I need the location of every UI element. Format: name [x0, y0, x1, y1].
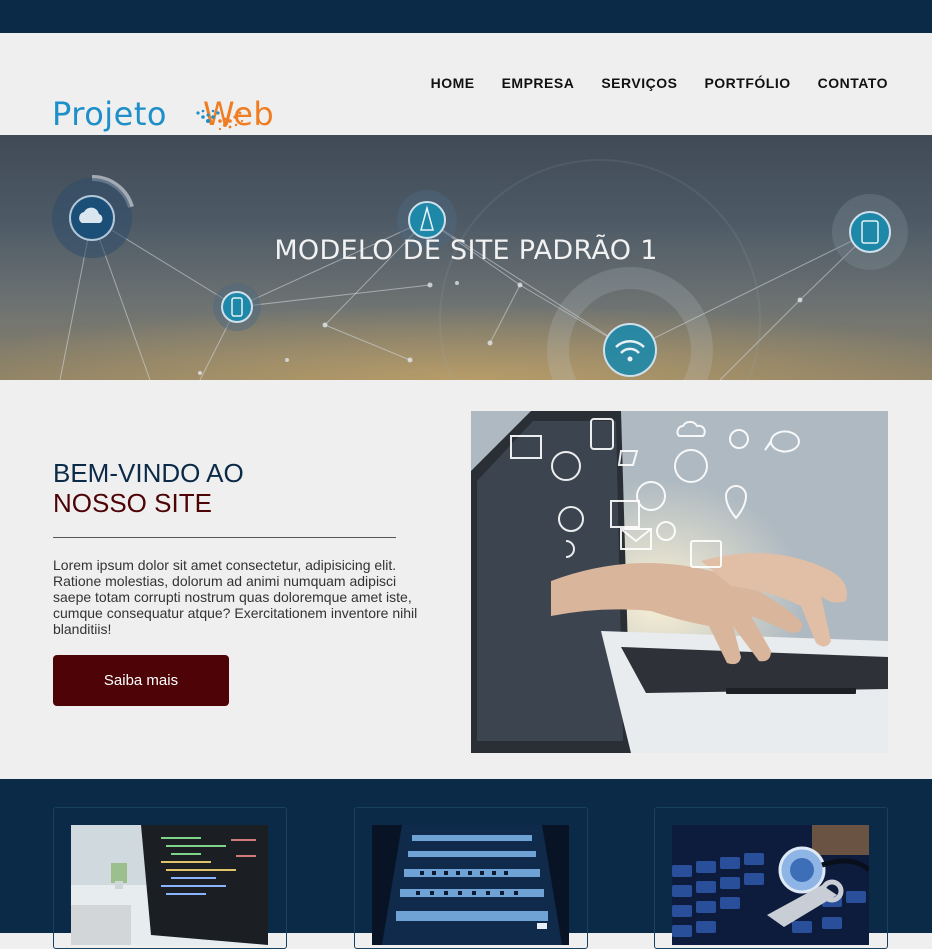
keyboard-stethoscope-image	[672, 825, 869, 945]
wifi-icon	[603, 323, 657, 377]
welcome-paragraph: Lorem ipsum dolor sit amet consectetur, …	[53, 557, 418, 637]
services-cards	[0, 779, 932, 949]
nav-contato[interactable]: CONTATO	[818, 75, 888, 91]
logo-dots-icon	[196, 109, 244, 131]
service-card[interactable]	[53, 807, 287, 949]
nav-empresa[interactable]: EMPRESA	[502, 75, 575, 91]
service-card[interactable]	[354, 807, 588, 949]
laptop-apps-image	[471, 411, 888, 753]
nav-home[interactable]: HOME	[431, 75, 475, 91]
hero-title: MODELO DE SITE PADRÃO 1	[274, 235, 658, 266]
server-rack-image	[372, 825, 569, 945]
code-laptop-image	[71, 825, 268, 945]
welcome-title-line1: BEM-VINDO AO	[53, 458, 244, 488]
service-card[interactable]	[654, 807, 888, 949]
top-bar	[0, 0, 932, 33]
welcome-section: BEM-VINDO AO NOSSO SITE Lorem ipsum dolo…	[0, 380, 932, 779]
phone-icon	[213, 283, 261, 331]
welcome-divider	[53, 537, 396, 538]
nav-portfolio[interactable]: PORTFÓLIO	[704, 75, 790, 91]
site-header: Projeto Web HOME EMPRESA SERVIÇOS PORTFÓL…	[0, 33, 932, 135]
hero-banner: MODELO DE SITE PADRÃO 1	[0, 135, 932, 380]
saiba-mais-button[interactable]: Saiba mais	[53, 655, 229, 706]
logo-text-projeto: Projeto	[52, 95, 167, 133]
nav-servicos[interactable]: SERVIÇOS	[601, 75, 677, 91]
welcome-title-line2: NOSSO SITE	[53, 488, 212, 518]
main-nav: HOME EMPRESA SERVIÇOS PORTFÓLIO CONTATO	[404, 75, 888, 91]
laptop-apps-illustration	[471, 411, 888, 753]
